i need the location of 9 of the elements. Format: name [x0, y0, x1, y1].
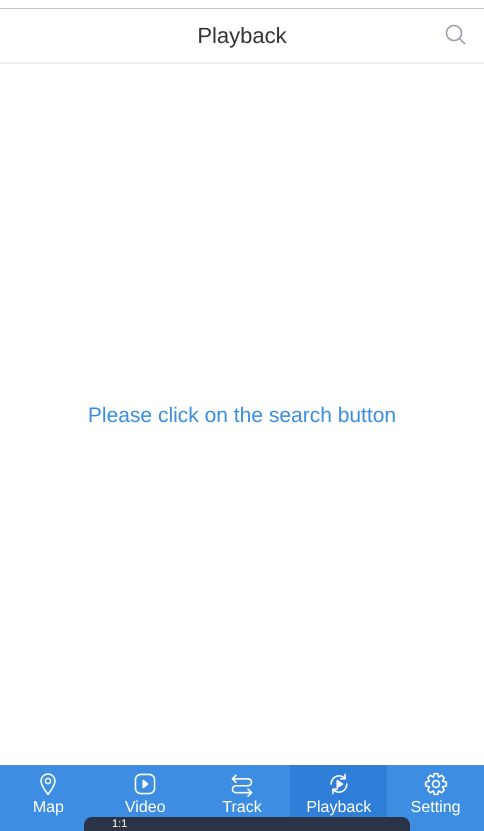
tab[interactable]: Setting [387, 765, 484, 817]
search-button[interactable] [444, 23, 468, 47]
tab[interactable]: Track [194, 765, 290, 817]
empty-message: Please click on the search button [88, 404, 396, 429]
page-title: Playback [197, 22, 287, 48]
tab[interactable]: Video [96, 765, 194, 817]
tab[interactable]: Playback [290, 765, 388, 817]
zoom-ratio-button[interactable]: 1:1 [112, 818, 128, 830]
tab[interactable]: Map [0, 765, 97, 817]
